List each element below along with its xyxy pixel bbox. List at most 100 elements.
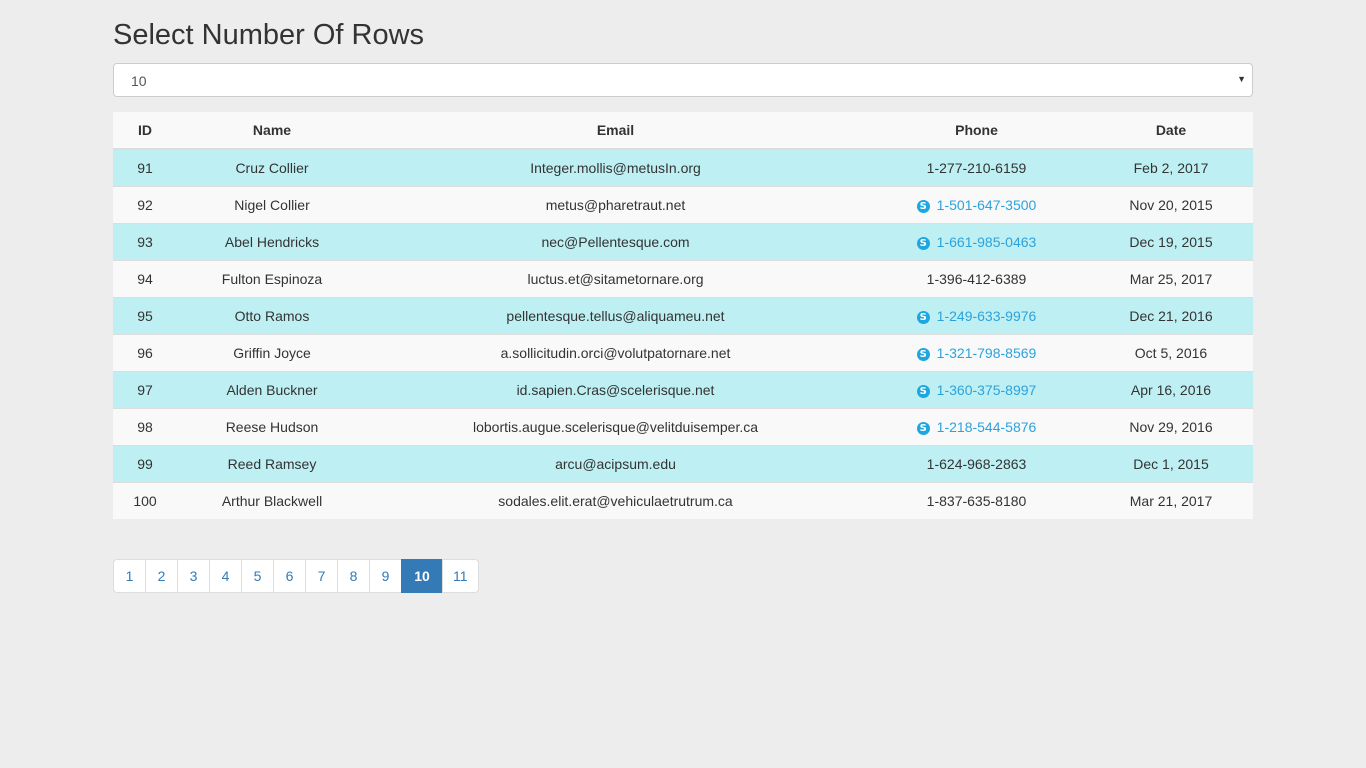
column-header-id: ID (113, 112, 177, 150)
phone-number: 1-249-633-9976 (936, 307, 1037, 324)
page-10-button[interactable]: 10 (401, 559, 443, 593)
cell-email: lobortis.augue.scelerisque@velitduisempe… (367, 407, 864, 445)
page-3-button[interactable]: 3 (177, 559, 210, 593)
cell-phone: S 1-501-647-3500 (864, 185, 1089, 223)
cell-date: Nov 29, 2016 (1089, 407, 1253, 445)
data-table: ID Name Email Phone Date 91 Cruz Collier I… (113, 112, 1253, 519)
cell-name: Reese Hudson (177, 407, 367, 445)
cell-email: pellentesque.tellus@aliquameu.net (367, 296, 864, 334)
cell-id: 97 (113, 370, 177, 408)
column-header-date: Date (1089, 112, 1253, 150)
cell-email: metus@pharetraut.net (367, 185, 864, 223)
table-header-row: ID Name Email Phone Date (113, 112, 1253, 150)
table-row: 92 Nigel Collier metus@pharetraut.net S 1-50… (113, 185, 1253, 223)
phone-number: 1-661-985-0463 (936, 233, 1037, 250)
skype-icon: S (916, 347, 930, 361)
phone-number: 1-501-647-3500 (936, 196, 1037, 213)
cell-id: 98 (113, 407, 177, 445)
caret-down-icon: ▼ (1237, 74, 1246, 84)
phone-link[interactable]: S 1-501-647-3500 (916, 196, 1037, 213)
cell-id: 100 (113, 481, 177, 519)
cell-phone: S 1-218-544-5876 (864, 407, 1089, 445)
cell-email: a.sollicitudin.orci@volutpatornare.net (367, 333, 864, 371)
cell-phone: 1-396-412-6389 (864, 259, 1089, 297)
table-row: 100 Arthur Blackwell sodales.elit.erat@veh… (113, 481, 1253, 519)
cell-phone: S 1-661-985-0463 (864, 222, 1089, 260)
phone-number: 1-218-544-5876 (936, 418, 1037, 435)
table-row: 98 Reese Hudson lobortis.augue.scelerisque… (113, 407, 1253, 445)
page-1-button[interactable]: 1 (113, 559, 146, 593)
cell-date: Dec 19, 2015 (1089, 222, 1253, 260)
cell-date: Feb 2, 2017 (1089, 148, 1253, 186)
cell-id: 96 (113, 333, 177, 371)
table-row: 96 Griffin Joyce a.sollicitudin.orci@volut… (113, 333, 1253, 371)
skype-icon: S (916, 236, 930, 250)
table-body: 91 Cruz Collier Integer.mollis@metusIn.org… (113, 148, 1253, 519)
cell-phone: 1-837-635-8180 (864, 481, 1089, 519)
cell-id: 99 (113, 444, 177, 482)
page-4-button[interactable]: 4 (209, 559, 242, 593)
cell-date: Mar 21, 2017 (1089, 481, 1253, 519)
cell-id: 93 (113, 222, 177, 260)
skype-icon: S (916, 421, 930, 435)
skype-icon: S (916, 384, 930, 398)
cell-name: Abel Hendricks (177, 222, 367, 260)
page-5-button[interactable]: 5 (241, 559, 274, 593)
cell-name: Fulton Espinoza (177, 259, 367, 297)
table-row: 97 Alden Buckner id.sapien.Cras@scelerisqu… (113, 370, 1253, 408)
cell-date: Mar 25, 2017 (1089, 259, 1253, 297)
cell-id: 95 (113, 296, 177, 334)
table-row: 91 Cruz Collier Integer.mollis@metusIn.org… (113, 148, 1253, 186)
cell-date: Oct 5, 2016 (1089, 333, 1253, 371)
cell-email: arcu@acipsum.edu (367, 444, 864, 482)
cell-phone: S 1-360-375-8997 (864, 370, 1089, 408)
page-11-button[interactable]: 11 (442, 559, 479, 593)
page-7-button[interactable]: 7 (305, 559, 338, 593)
phone-number: 1-360-375-8997 (936, 381, 1037, 398)
cell-email: luctus.et@sitametornare.org (367, 259, 864, 297)
cell-phone: S 1-321-798-8569 (864, 333, 1089, 371)
skype-icon: S (916, 310, 930, 324)
column-header-email: Email (367, 112, 864, 150)
phone-link[interactable]: S 1-321-798-8569 (916, 344, 1037, 361)
cell-name: Alden Buckner (177, 370, 367, 408)
cell-date: Dec 21, 2016 (1089, 296, 1253, 334)
cell-id: 91 (113, 148, 177, 186)
cell-phone: 1-624-968-2863 (864, 444, 1089, 482)
phone-link[interactable]: S 1-218-544-5876 (916, 418, 1037, 435)
cell-date: Dec 1, 2015 (1089, 444, 1253, 482)
cell-name: Nigel Collier (177, 185, 367, 223)
cell-name: Arthur Blackwell (177, 481, 367, 519)
cell-name: Otto Ramos (177, 296, 367, 334)
pagination: 1 2 3 4 5 6 7 8 9 10 11 (113, 559, 479, 593)
cell-email: id.sapien.Cras@scelerisque.net (367, 370, 864, 408)
page-2-button[interactable]: 2 (145, 559, 178, 593)
cell-name: Cruz Collier (177, 148, 367, 186)
rows-per-page-value: 10 (131, 73, 147, 89)
page-9-button[interactable]: 9 (369, 559, 402, 593)
cell-phone: S 1-249-633-9976 (864, 296, 1089, 334)
cell-date: Nov 20, 2015 (1089, 185, 1253, 223)
table-row: 99 Reed Ramsey arcu@acipsum.edu 1-624-968-2… (113, 444, 1253, 482)
column-header-phone: Phone (864, 112, 1089, 150)
cell-date: Apr 16, 2016 (1089, 370, 1253, 408)
cell-email: nec@Pellentesque.com (367, 222, 864, 260)
table-row: 93 Abel Hendricks nec@Pellentesque.com S 1-6… (113, 222, 1253, 260)
cell-id: 94 (113, 259, 177, 297)
column-header-name: Name (177, 112, 367, 150)
page-title: Select Number Of Rows (113, 19, 425, 51)
phone-link[interactable]: S 1-249-633-9976 (916, 307, 1037, 324)
page-6-button[interactable]: 6 (273, 559, 306, 593)
table-row: 95 Otto Ramos pellentesque.tellus@aliquame… (113, 296, 1253, 334)
cell-phone: 1-277-210-6159 (864, 148, 1089, 186)
phone-link[interactable]: S 1-661-985-0463 (916, 233, 1037, 250)
cell-email: sodales.elit.erat@vehiculaetrutrum.ca (367, 481, 864, 519)
cell-id: 92 (113, 185, 177, 223)
page-8-button[interactable]: 8 (337, 559, 370, 593)
cell-name: Griffin Joyce (177, 333, 367, 371)
phone-number: 1-321-798-8569 (936, 344, 1037, 361)
rows-per-page-select[interactable]: 10 ▼ (113, 63, 1253, 97)
phone-link[interactable]: S 1-360-375-8997 (916, 381, 1037, 398)
skype-icon: S (916, 199, 930, 213)
table-row: 94 Fulton Espinoza luctus.et@sitametornare… (113, 259, 1253, 297)
